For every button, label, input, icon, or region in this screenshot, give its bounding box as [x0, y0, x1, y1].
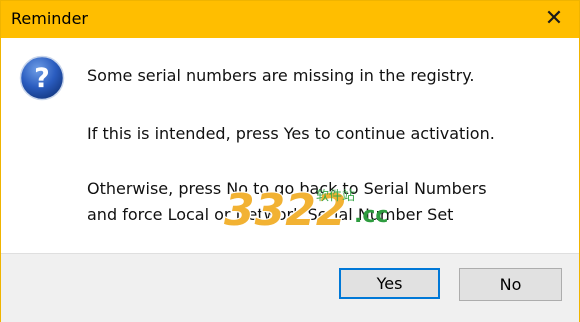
question-icon: ? — [19, 55, 65, 101]
dialog-window: Reminder ✕ ? Some serial numbers are mis… — [0, 0, 580, 322]
title-bar[interactable]: Reminder ✕ — [1, 1, 579, 38]
no-button[interactable]: No — [459, 268, 562, 301]
message-line-4: and force Local or Network Serial Number… — [87, 205, 454, 224]
message-line-1: Some serial numbers are missing in the r… — [87, 66, 475, 85]
yes-button[interactable]: Yes — [339, 268, 440, 299]
message-line-2: If this is intended, press Yes to contin… — [87, 124, 495, 143]
button-bar: Yes No — [1, 253, 579, 322]
close-icon[interactable]: ✕ — [541, 6, 567, 32]
dialog-body: ? Some serial numbers are missing in the… — [1, 38, 579, 253]
window-title: Reminder — [11, 9, 88, 28]
message-line-3: Otherwise, press No to go back to Serial… — [87, 179, 487, 198]
svg-text:?: ? — [34, 63, 50, 94]
